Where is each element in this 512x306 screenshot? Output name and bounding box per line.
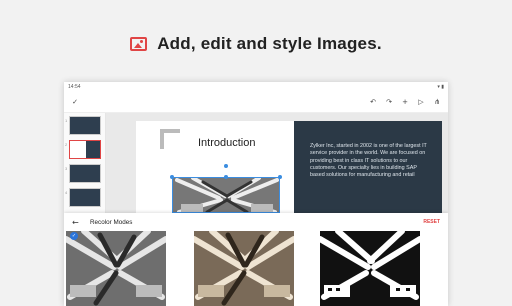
thumbnail-3[interactable] (69, 164, 101, 183)
recolor-options: ✓ (64, 231, 448, 306)
status-time: 14:54 (68, 83, 81, 90)
sepia-preview (194, 231, 294, 306)
undo-icon[interactable]: ↶ (368, 97, 378, 107)
slide-title[interactable]: Introduction (198, 137, 255, 149)
slide-thumbnails: 1 2 3 4 (64, 113, 106, 213)
play-icon[interactable]: ▷ (416, 97, 426, 107)
recolor-sheet: ← Recolor Modes RESET ✓ (64, 213, 448, 306)
editor-toolbar: ✓ ↶ ↷ + ▷ ⋔ (64, 91, 448, 113)
banner-title: Add, edit and style Images. (157, 34, 382, 53)
hands-photo (173, 178, 279, 212)
add-icon[interactable]: + (400, 97, 410, 107)
thumbnail-1[interactable] (69, 116, 101, 135)
app-screen: 14:54 ▾ ▮ ✓ ↶ ↷ + ▷ ⋔ 1 2 3 4 Introducti… (64, 82, 448, 306)
redo-icon[interactable]: ↷ (384, 97, 394, 107)
thumbnail-number: 3 (65, 166, 68, 171)
slide-body-text: Zylker Inc, started in 2002 is one of th… (310, 143, 427, 179)
editor-area: 1 2 3 4 Introduction Zylker Inc, started… (64, 113, 448, 213)
reset-button[interactable]: RESET (423, 219, 440, 225)
back-arrow-icon[interactable]: ← (72, 218, 84, 227)
banner: Add, edit and style Images. (0, 34, 512, 54)
thumbnail-4[interactable] (69, 188, 101, 207)
thumbnail-number: 1 (65, 118, 68, 123)
status-icons: ▾ ▮ (437, 83, 444, 90)
slide-decoration (160, 129, 180, 149)
thumbnail-number: 4 (65, 190, 68, 195)
resize-handle[interactable] (278, 175, 282, 179)
slide[interactable]: Introduction Zylker Inc, started in 2002… (136, 121, 442, 213)
share-icon[interactable]: ⋔ (432, 97, 442, 107)
black-and-white-preview (320, 231, 420, 306)
resize-handle[interactable] (224, 175, 228, 179)
resize-handle[interactable] (170, 175, 174, 179)
rotate-handle[interactable] (224, 164, 228, 168)
recolor-title: Recolor Modes (90, 218, 133, 226)
recolor-option-grayscale[interactable]: ✓ (66, 231, 166, 306)
recolor-option-black-and-white[interactable] (320, 231, 420, 306)
thumbnail-2[interactable] (69, 140, 101, 159)
recolor-header: ← Recolor Modes RESET (64, 213, 448, 231)
thumbnail-number: 2 (65, 142, 68, 147)
recolor-option-sepia[interactable] (194, 231, 294, 306)
image-icon (130, 37, 148, 51)
selected-image[interactable] (172, 177, 280, 213)
selected-check-icon: ✓ (70, 232, 78, 240)
status-bar: 14:54 ▾ ▮ (64, 82, 448, 91)
slide-canvas: Introduction Zylker Inc, started in 2002… (106, 113, 448, 213)
check-icon[interactable]: ✓ (70, 97, 80, 107)
grayscale-preview (66, 231, 166, 306)
slide-text-panel[interactable]: Zylker Inc, started in 2002 is one of th… (294, 121, 442, 213)
